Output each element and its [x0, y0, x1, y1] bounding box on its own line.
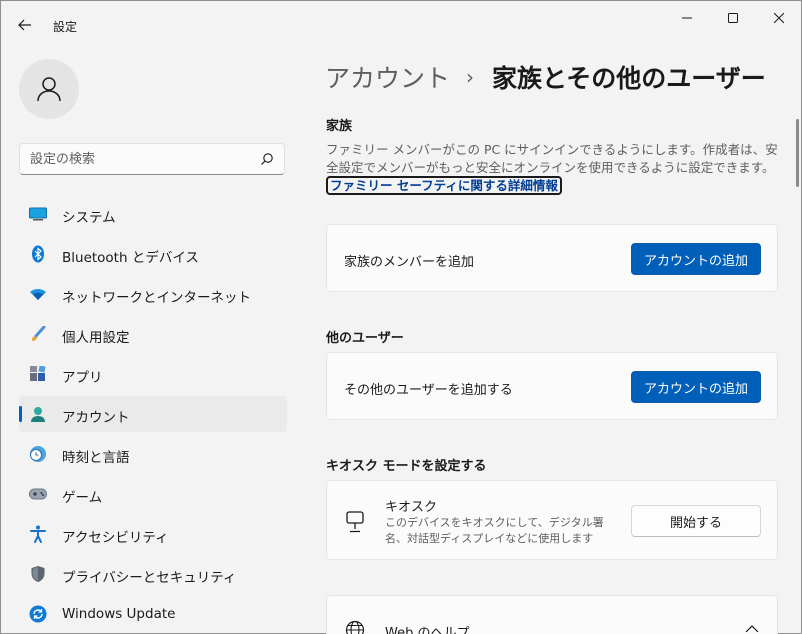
- kiosk-card: キオスク このデバイスをキオスクにして、デジタル署名、対話型ディスプレイなどに使…: [326, 480, 778, 560]
- web-help-title: Web のヘルプ: [385, 626, 470, 634]
- account-icon: [29, 405, 47, 423]
- scrollbar-thumb[interactable]: [796, 119, 799, 187]
- breadcrumb: アカウント › 家族とその他のユーザー: [325, 59, 766, 95]
- sidebar-item-label: Bluetooth とデバイス: [62, 250, 199, 266]
- back-arrow-icon: [18, 19, 31, 31]
- bluetooth-icon: [29, 245, 47, 263]
- back-button[interactable]: [11, 11, 39, 39]
- sidebar-item-label: アプリ: [62, 370, 103, 386]
- globe-icon: [345, 620, 365, 634]
- brush-icon: [29, 325, 47, 343]
- page-title: 家族とその他のユーザー: [492, 64, 766, 93]
- family-safety-link[interactable]: ファミリー セーフティに関する詳細情報: [326, 176, 562, 195]
- wifi-icon: [29, 285, 47, 303]
- apps-icon: [29, 365, 47, 383]
- sidebar-item-privacy[interactable]: プライバシーとセキュリティ: [19, 556, 287, 592]
- user-icon: [37, 77, 61, 102]
- family-description: ファミリー メンバーがこの PC にサインインできるようにします。作成者は、安全…: [326, 141, 778, 195]
- kiosk-section-title: キオスク モードを設定する: [326, 459, 487, 474]
- sidebar-item-label: 個人用設定: [62, 330, 130, 346]
- close-button[interactable]: [756, 1, 802, 35]
- add-family-account-button[interactable]: アカウントの追加: [631, 243, 761, 275]
- search-icon[interactable]: [260, 152, 274, 166]
- web-help-card[interactable]: Web のヘルプ: [326, 595, 778, 634]
- breadcrumb-separator: ›: [466, 65, 475, 89]
- kiosk-start-button[interactable]: 開始する: [631, 505, 761, 537]
- sidebar-item-accessibility[interactable]: アクセシビリティ: [19, 516, 287, 552]
- add-other-user-card: その他のユーザーを追加する アカウントの追加: [326, 352, 778, 420]
- minimize-icon: [682, 17, 692, 19]
- add-family-card: 家族のメンバーを追加 アカウントの追加: [326, 224, 778, 292]
- shield-icon: [29, 565, 47, 583]
- add-other-user-label: その他のユーザーを追加する: [344, 383, 513, 398]
- family-description-text: ファミリー メンバーがこの PC にサインインできるようにします。作成者は、安全…: [326, 142, 778, 175]
- add-family-label: 家族のメンバーを追加: [344, 255, 475, 270]
- sidebar-nav: システム Bluetooth とデバイス ネットワークとインターネット 個人用設…: [19, 196, 287, 634]
- sidebar-item-label: システム: [62, 210, 116, 226]
- maximize-icon: [728, 13, 738, 23]
- sidebar-item-label: プライバシーとセキュリティ: [62, 570, 237, 586]
- sidebar-item-label: 時刻と言語: [62, 450, 130, 466]
- minimize-button[interactable]: [664, 1, 710, 35]
- sidebar-item-label: Windows Update: [62, 606, 176, 622]
- sidebar-item-windows-update[interactable]: Windows Update: [19, 596, 287, 632]
- kiosk-title: キオスク: [385, 500, 438, 515]
- gamepad-icon: [29, 485, 47, 503]
- add-other-user-account-button[interactable]: アカウントの追加: [631, 371, 761, 403]
- time-language-icon: [29, 445, 47, 463]
- family-section-title: 家族: [326, 119, 353, 134]
- sidebar-item-label: ゲーム: [62, 490, 103, 506]
- sidebar-item-network[interactable]: ネットワークとインターネット: [19, 276, 287, 312]
- windows-update-icon: [29, 605, 47, 623]
- breadcrumb-parent[interactable]: アカウント: [325, 59, 450, 95]
- search-input[interactable]: [30, 150, 250, 168]
- window-title: 設定: [53, 20, 78, 34]
- avatar[interactable]: [19, 59, 79, 119]
- sidebar-item-accounts[interactable]: アカウント: [19, 396, 287, 432]
- maximize-button[interactable]: [710, 1, 756, 35]
- chevron-up-icon[interactable]: [745, 624, 759, 634]
- search-box[interactable]: [19, 143, 285, 175]
- other-users-section-title: 他のユーザー: [326, 331, 404, 346]
- sidebar-item-gaming[interactable]: ゲーム: [19, 476, 287, 512]
- sidebar-item-bluetooth[interactable]: Bluetooth とデバイス: [19, 236, 287, 272]
- sidebar-item-time-language[interactable]: 時刻と言語: [19, 436, 287, 472]
- sidebar-item-apps[interactable]: アプリ: [19, 356, 287, 392]
- sidebar-item-label: アカウント: [62, 410, 130, 426]
- accessibility-icon: [29, 525, 47, 543]
- kiosk-description: このデバイスをキオスクにして、デジタル署名、対話型ディスプレイなどに使用します: [385, 516, 604, 545]
- kiosk-icon: [346, 511, 364, 533]
- sidebar-item-label: アクセシビリティ: [62, 530, 169, 546]
- close-icon: [774, 13, 784, 23]
- sidebar-item-system[interactable]: システム: [19, 196, 287, 232]
- sidebar-item-personalization[interactable]: 個人用設定: [19, 316, 287, 352]
- title-bar: 設定: [1, 1, 801, 45]
- sidebar-item-label: ネットワークとインターネット: [62, 290, 251, 306]
- system-icon: [29, 205, 47, 223]
